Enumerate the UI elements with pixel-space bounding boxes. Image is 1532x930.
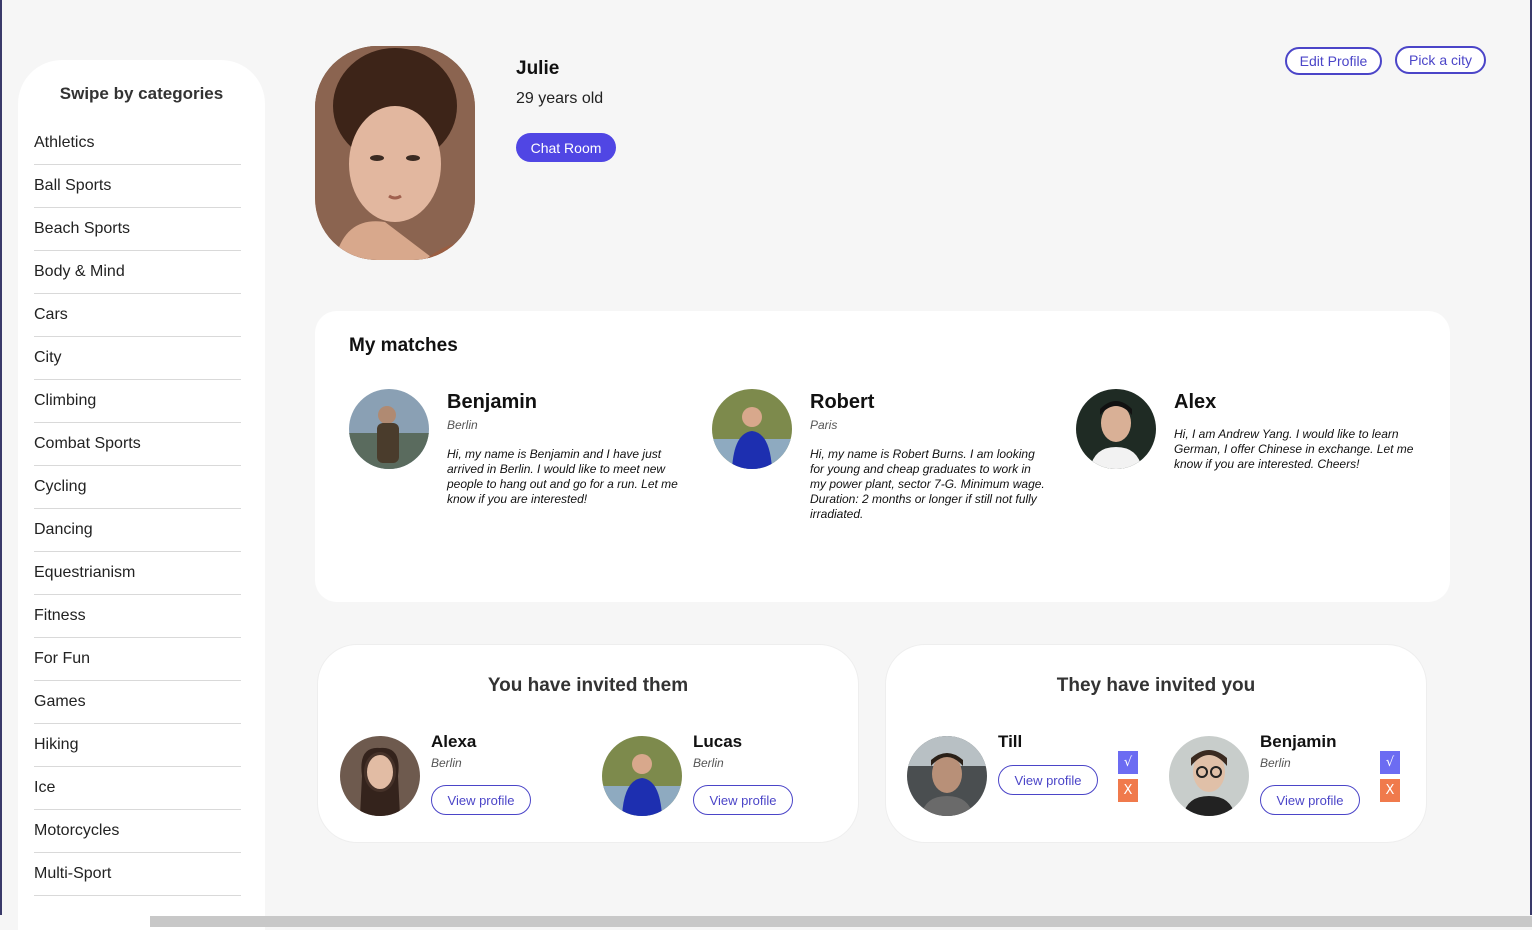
category-item[interactable]: Ice <box>34 767 241 810</box>
match-city: Berlin <box>447 418 478 432</box>
match-item[interactable]: Alex Hi, I am Andrew Yang. I would like … <box>1076 389 1426 549</box>
view-profile-button[interactable]: View profile <box>431 785 531 815</box>
window-border-left <box>0 0 2 915</box>
category-list: Athletics Ball Sports Beach Sports Body … <box>34 122 241 896</box>
profile-photo <box>315 46 475 260</box>
category-item[interactable]: Ball Sports <box>34 165 241 208</box>
view-profile-button[interactable]: View profile <box>1260 785 1360 815</box>
person-avatar[interactable] <box>1169 736 1249 816</box>
profile-age: 29 years old <box>516 90 604 107</box>
match-item[interactable]: Robert Paris Hi, my name is Robert Burns… <box>712 389 1062 549</box>
sidebar-title: Swipe by categories <box>59 84 224 103</box>
category-item[interactable]: Cycling <box>34 466 241 509</box>
category-item[interactable]: Beach Sports <box>34 208 241 251</box>
person-name: Alexa <box>431 732 477 751</box>
edit-profile-button[interactable]: Edit Profile <box>1285 47 1382 75</box>
person-city: Berlin <box>431 756 462 770</box>
category-item[interactable]: City <box>34 337 241 380</box>
person-avatar[interactable] <box>602 736 682 816</box>
person-name: Lucas <box>693 732 743 751</box>
chat-room-button[interactable]: Chat Room <box>516 133 616 162</box>
match-bio: Hi, I am Andrew Yang. I would like to le… <box>1174 427 1414 471</box>
profile-name: Julie <box>516 58 560 79</box>
category-item[interactable]: Athletics <box>34 122 241 165</box>
person-city: Berlin <box>1260 756 1291 770</box>
category-item[interactable]: Combat Sports <box>34 423 241 466</box>
match-avatar[interactable] <box>349 389 429 469</box>
sent-invites-title: You have invited them <box>487 675 689 696</box>
received-invites-title: They have invited you <box>1056 675 1256 696</box>
category-item[interactable]: Fitness <box>34 595 241 638</box>
match-name: Alex <box>1174 391 1217 413</box>
match-avatar[interactable] <box>1076 389 1156 469</box>
person-avatar[interactable] <box>907 736 987 816</box>
accept-invite-button[interactable]: √ <box>1118 751 1138 774</box>
view-profile-button[interactable]: View profile <box>998 765 1098 795</box>
category-item[interactable]: Dancing <box>34 509 241 552</box>
person-city: Berlin <box>693 756 724 770</box>
accept-invite-button[interactable]: √ <box>1380 751 1400 774</box>
reject-invite-button[interactable]: X <box>1118 779 1138 802</box>
match-item[interactable]: Benjamin Berlin Hi, my name is Benjamin … <box>349 389 699 549</box>
view-profile-button[interactable]: View profile <box>693 785 793 815</box>
matches-title: My matches <box>349 335 458 356</box>
match-bio: Hi, my name is Benjamin and I have just … <box>447 447 678 506</box>
category-item[interactable]: For Fun <box>34 638 241 681</box>
matches-card: My matches Benjamin Berlin Hi, my name i… <box>315 311 1450 602</box>
match-city: Paris <box>810 418 838 432</box>
person-name: Benjamin <box>1260 732 1337 751</box>
match-name: Benjamin <box>447 391 538 413</box>
category-item[interactable]: Cars <box>34 294 241 337</box>
category-item[interactable]: Body & Mind <box>34 251 241 294</box>
category-item[interactable]: Climbing <box>34 380 241 423</box>
category-item[interactable]: Equestrianism <box>34 552 241 595</box>
pick-city-button[interactable]: Pick a city <box>1395 46 1486 74</box>
person-name: Till <box>998 732 1023 751</box>
sent-invites-card: You have invited them Alexa Berlin View … <box>317 644 859 843</box>
match-name: Robert <box>810 391 875 413</box>
category-sidebar: Swipe by categories Athletics Ball Sport… <box>18 60 265 930</box>
category-item[interactable]: Games <box>34 681 241 724</box>
person-avatar[interactable] <box>340 736 420 816</box>
category-item[interactable]: Motorcycles <box>34 810 241 853</box>
match-avatar[interactable] <box>712 389 792 469</box>
match-bio: Hi, my name is Robert Burns. I am lookin… <box>810 447 1045 521</box>
received-invites-card: They have invited you Till View profile … <box>885 644 1427 843</box>
category-item[interactable]: Hiking <box>34 724 241 767</box>
system-menu-bar <box>150 916 1532 927</box>
category-item[interactable]: Multi-Sport <box>34 853 241 896</box>
reject-invite-button[interactable]: X <box>1380 779 1400 802</box>
